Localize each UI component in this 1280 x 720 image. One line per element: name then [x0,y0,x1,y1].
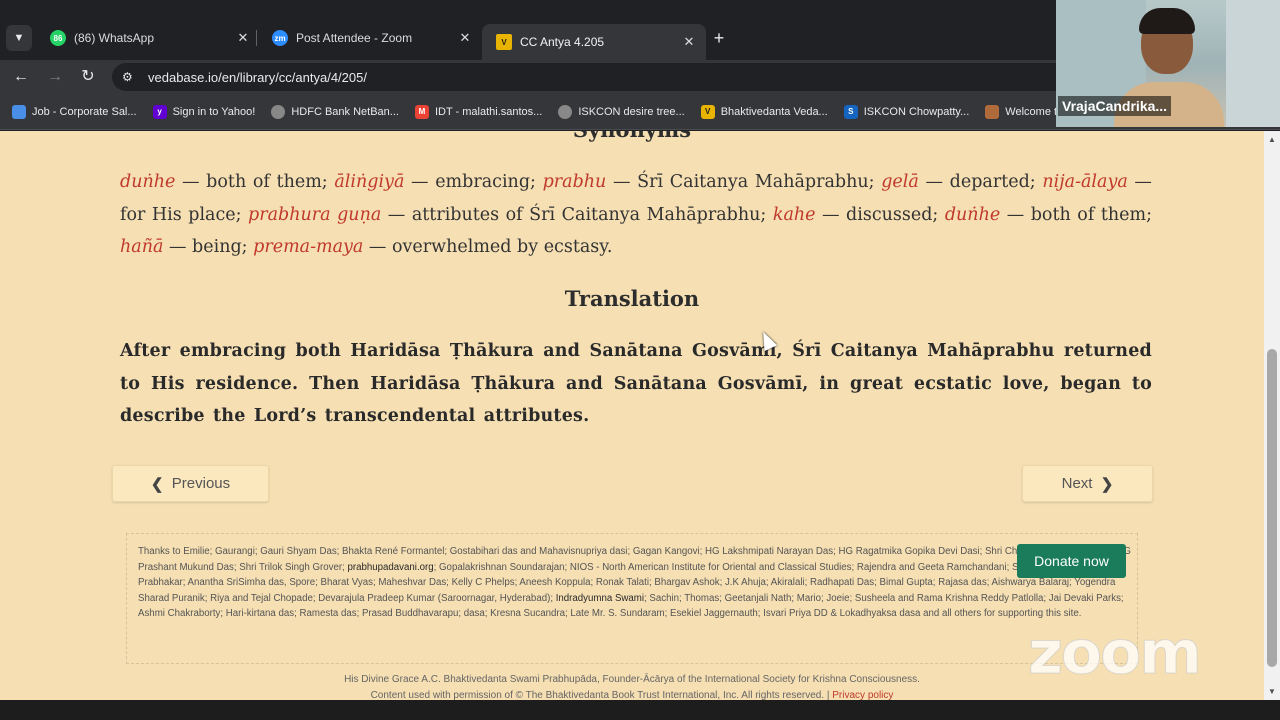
translation-text: After embracing both Haridāsa Ṭhākura an… [120,341,1152,426]
participant-hair [1139,8,1195,34]
thanks-text: Thanks to Emilie; Gaurangi; Gauri Shyam … [138,544,1131,622]
new-tab-button[interactable]: + [709,28,729,48]
synonym-word[interactable]: āliṅgiyā [334,172,404,192]
synonym-word[interactable]: prabhu [543,172,607,192]
forward-button[interactable]: → [44,66,66,88]
synonym-word[interactable]: prabhura guṇa [248,205,381,225]
copyright-text: Content used with permission of © The Bh… [370,690,833,700]
synonym-meaning: — discussed; [815,204,945,225]
synonym-meaning: — overwhelmed by ecstasy. [363,237,613,257]
next-label: Next [1061,475,1093,492]
page-content: Synonyms duṅhe — both of them; āliṅgiyā … [0,131,1264,700]
bookmark-item[interactable]: V Bhaktivedanta Veda... [700,104,828,119]
privacy-policy-link[interactable]: Privacy policy [832,690,893,700]
bookmark-label: Sign in to Yahoo! [172,105,256,118]
arrow-left-icon: ← [13,68,29,85]
synonym-word[interactable]: prema-maya [253,237,363,257]
bookmark-icon [12,104,26,119]
synonym-word[interactable]: hañā [120,237,163,257]
synonyms-heading: Synonyms [0,131,1264,142]
previous-button[interactable]: ❮ Previous [112,465,269,502]
bookmark-label: Job - Corporate Sal... [32,105,137,118]
scroll-down-icon[interactable]: ▼ [1268,687,1276,696]
whatsapp-icon: 86 [50,30,66,46]
bookmark-label: Welcome to [1005,105,1064,118]
scroll-thumb[interactable] [1267,349,1277,667]
scroll-up-icon[interactable]: ▲ [1268,135,1276,144]
browser-window: ▼ 86 (86) WhatsApp ✕ zm Post Attendee - … [0,0,1280,720]
synonym-meaning: — departed; [918,172,1043,192]
bookmark-item[interactable]: ISKCON desire tree... [558,104,685,119]
synonym-meaning: — embracing; [404,172,543,192]
close-icon[interactable]: ✕ [456,30,474,46]
bookmark-item[interactable]: Job - Corporate Sal... [12,104,137,119]
participant-name: VrajaCandrika... [1058,96,1172,116]
zoom-video-tile[interactable]: VrajaCandrika... [1056,0,1280,127]
reload-button[interactable]: ↻ [77,66,99,88]
bookmark-item[interactable]: HDFC Bank NetBan... [271,104,399,119]
zoom-watermark: zoom [1028,618,1203,689]
synonym-word[interactable]: gelā [881,172,919,192]
synonym-meaning: — both of them; [175,172,335,192]
synonyms-paragraph: duṅhe — both of them; āliṅgiyā — embraci… [120,166,1152,264]
tab-title: CC Antya 4.205 [520,35,605,49]
synonym-meaning: — being; [163,237,254,257]
chevron-down-icon: ▼ [13,32,25,44]
synonym-meaning: — both of them; [1000,204,1152,225]
globe-icon [558,104,573,119]
next-button[interactable]: Next ❯ [1022,465,1153,502]
donate-button[interactable]: Donate now [1017,544,1126,578]
yahoo-icon: y [152,104,167,119]
reload-icon: ↻ [81,68,95,85]
iskcon-icon: S [843,104,858,119]
zoom-icon: zm [272,30,288,46]
arrow-right-icon: → [47,68,63,85]
chevron-right-icon: ❯ [1100,475,1114,493]
tab-separator [256,30,257,46]
tab-cc-antya[interactable]: V CC Antya 4.205 ✕ [482,24,706,60]
bookmark-item[interactable]: M IDT - malathi.santos... [414,104,543,119]
tab-title: Post Attendee - Zoom [296,31,413,45]
synonym-word[interactable]: duṅhe [120,172,175,192]
page-scrollbar[interactable]: ▲ ▼ [1264,131,1280,700]
bookmark-item[interactable]: Welcome to [985,104,1064,119]
close-icon[interactable]: ✕ [680,34,698,50]
url-text[interactable]: vedabase.io/en/library/cc/antya/4/205/ [148,70,367,85]
synonym-word[interactable]: nija-ālaya [1042,172,1127,192]
gmail-icon: M [414,104,429,119]
video-background [1226,0,1280,127]
previous-label: Previous [171,475,231,492]
bookmark-item[interactable]: S ISKCON Chowpatty... [843,104,970,119]
bookmark-label: Bhaktivedanta Veda... [720,105,828,118]
bookmark-icon [985,104,1000,119]
globe-icon [271,104,286,119]
bookmark-item[interactable]: y Sign in to Yahoo! [152,104,256,119]
vedabase-icon: V [700,104,715,119]
tab-whatsapp[interactable]: 86 (86) WhatsApp ✕ [36,24,260,52]
thanks-link[interactable]: prabhupadavani.org [347,562,433,573]
translation-heading: Translation [564,286,700,311]
bookmark-label: HDFC Bank NetBan... [291,105,399,118]
tab-search-button[interactable]: ▼ [6,25,32,51]
back-button[interactable]: ← [10,66,32,88]
synonym-word[interactable]: kahe [773,205,816,225]
footer-copyright-line: Content used with permission of © The Bh… [0,690,1264,700]
tab-title: (86) WhatsApp [74,31,155,45]
synonym-meaning: — attributes of Śrī Caitanya Mahāprabhu; [381,204,773,225]
synonym-meaning: — Śrī Caitanya Mahāprabhu; [606,172,882,192]
synonym-word[interactable]: duṅhe [945,205,1000,225]
site-info-icon[interactable]: ⚙ [122,70,140,84]
address-bar[interactable]: ⚙ vedabase.io/en/library/cc/antya/4/205/ [112,63,1072,91]
tab-zoom[interactable]: zm Post Attendee - Zoom ✕ [258,24,482,52]
close-icon[interactable]: ✕ [234,30,252,46]
thanks-box: Thanks to Emilie; Gaurangi; Gauri Shyam … [126,533,1138,664]
chevron-left-icon: ❮ [150,475,164,493]
bookmark-label: ISKCON Chowpatty... [863,105,970,118]
vedabase-icon: V [496,34,512,50]
bottom-bar [0,700,1280,720]
bookmark-label: ISKCON desire tree... [578,105,685,118]
bookmark-label: IDT - malathi.santos... [434,105,543,118]
thanks-link[interactable]: Indradyumna Swami [556,593,644,604]
